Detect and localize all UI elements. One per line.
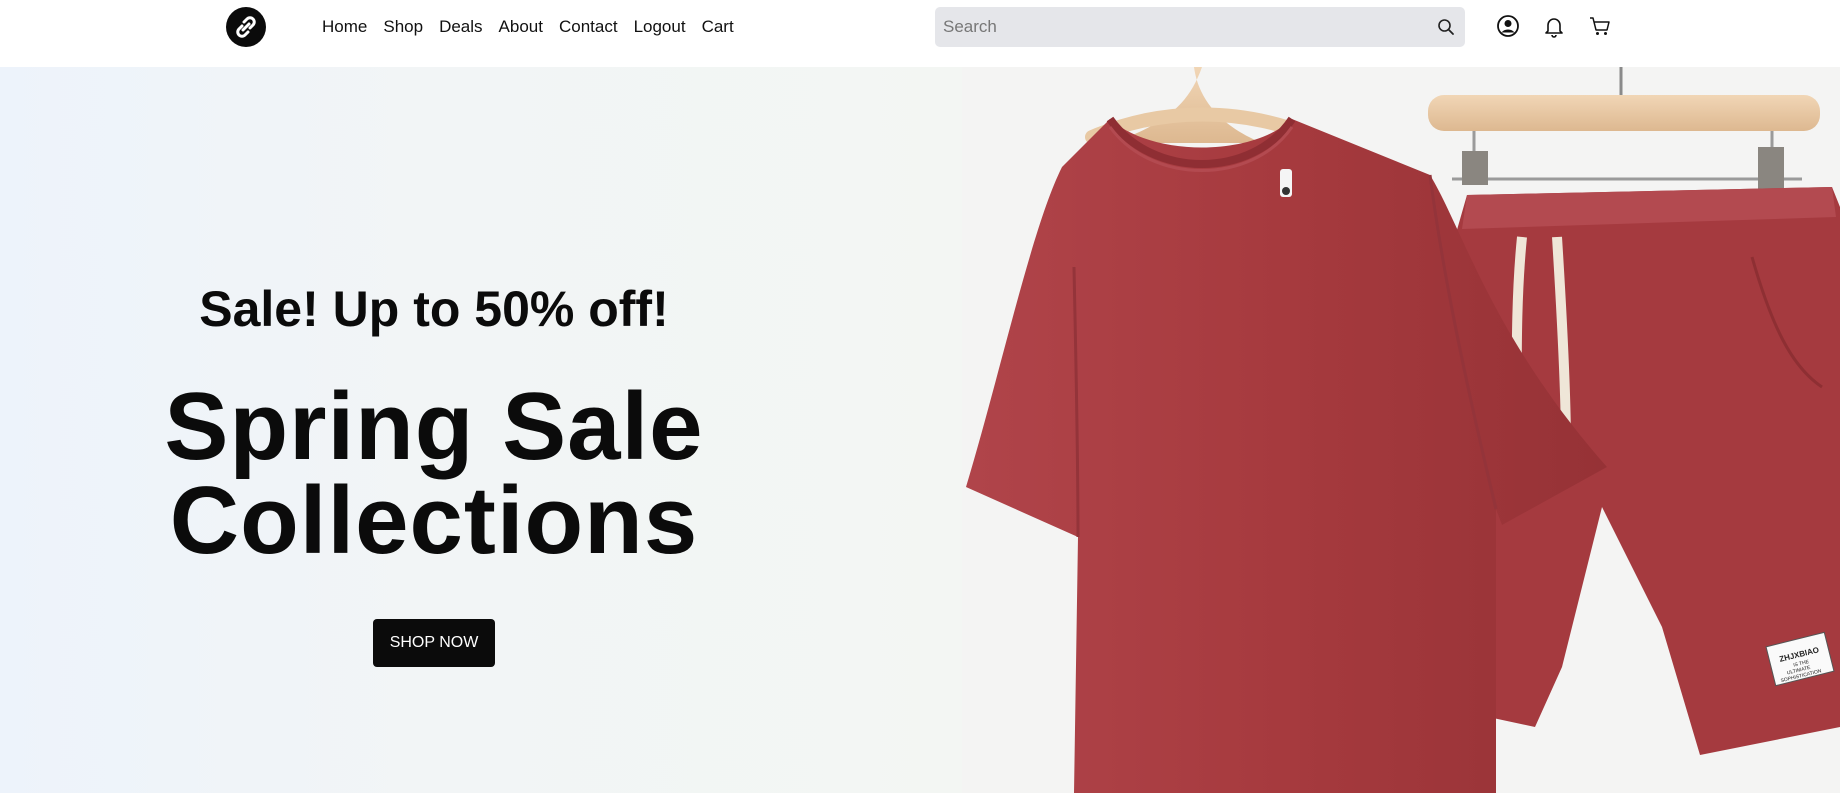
- nav-about[interactable]: About: [499, 17, 543, 37]
- shorts-hanger: [1428, 67, 1820, 189]
- search-bar: [935, 7, 1465, 47]
- bell-icon[interactable]: [1542, 14, 1566, 38]
- user-account-icon[interactable]: [1496, 14, 1520, 38]
- link-chain-icon: [236, 16, 256, 38]
- logo[interactable]: [226, 7, 266, 47]
- nav-home[interactable]: Home: [322, 17, 367, 37]
- main-nav: Home Shop Deals About Contact Logout Car…: [322, 17, 734, 37]
- search-icon[interactable]: [1437, 18, 1455, 36]
- hero-banner: Sale! Up to 50% off! Spring Sale Collect…: [0, 67, 962, 793]
- nav-cart[interactable]: Cart: [702, 17, 734, 37]
- nav-contact[interactable]: Contact: [559, 17, 618, 37]
- nav-shop[interactable]: Shop: [383, 17, 423, 37]
- search-input[interactable]: [935, 7, 1415, 47]
- hero-title: Spring Sale Collections: [0, 379, 868, 569]
- shop-now-button[interactable]: SHOP NOW: [373, 619, 495, 667]
- hero-title-line1: Spring Sale: [164, 373, 704, 480]
- hero-title-line2: Collections: [169, 467, 699, 574]
- nav-logout[interactable]: Logout: [634, 17, 686, 37]
- clothing-set-illustration: ZHJXBIAO IS THE ULTIMATE SOPHISTICATION: [966, 67, 1840, 793]
- hero-subtitle: Sale! Up to 50% off!: [199, 281, 669, 337]
- hero-product-image: ZHJXBIAO IS THE ULTIMATE SOPHISTICATION: [962, 67, 1840, 793]
- top-navigation-bar: Home Shop Deals About Contact Logout Car…: [0, 0, 1840, 67]
- shopping-cart-icon[interactable]: [1588, 14, 1612, 38]
- nav-deals[interactable]: Deals: [439, 17, 482, 37]
